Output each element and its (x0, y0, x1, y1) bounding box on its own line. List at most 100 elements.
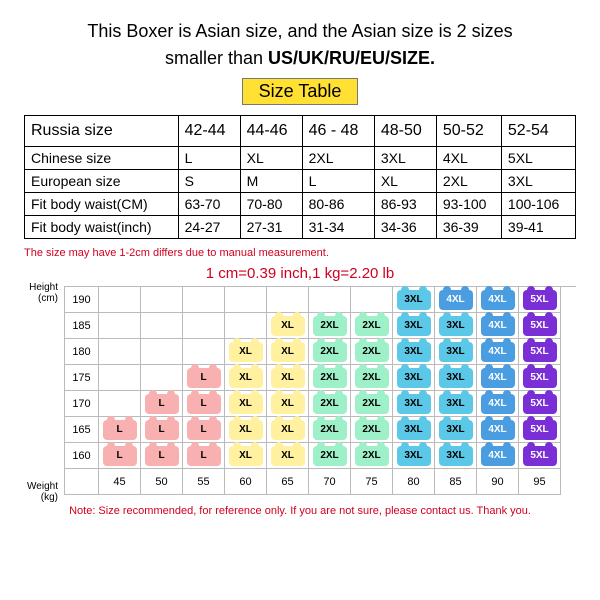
chart-cell (99, 287, 141, 313)
chart-cell: L (183, 365, 225, 391)
table-cell: S (178, 170, 240, 193)
chart-cell (183, 339, 225, 365)
size-tag: L (145, 394, 179, 414)
intro-line2a: smaller than (165, 48, 268, 68)
chart-cell (99, 365, 141, 391)
size-tag: 5XL (523, 420, 557, 440)
table-cell: Fit body waist(CM) (25, 193, 179, 216)
chart-cell: 3XL (435, 365, 477, 391)
chart-cell: 4XL (435, 287, 477, 313)
table-cell: 3XL (501, 170, 575, 193)
size-tag: 2XL (355, 394, 389, 414)
chart-cell: 3XL (393, 339, 435, 365)
chart-cell: L (99, 443, 141, 469)
chart-cell: 5XL (519, 339, 561, 365)
size-tag: 4XL (481, 368, 515, 388)
size-tag: 2XL (355, 446, 389, 466)
size-tag: L (187, 394, 221, 414)
table-cell: 100-106 (501, 193, 575, 216)
table-row: Fit body waist(CM)63-7070-8080-8686-9393… (25, 193, 576, 216)
size-tag: 3XL (439, 420, 473, 440)
chart-cell: 2XL (309, 313, 351, 339)
size-tag: 2XL (313, 420, 347, 440)
chart-cell: 2XL (351, 417, 393, 443)
table-cell: 93-100 (436, 193, 501, 216)
size-table: Russia size42-4444-4646 - 4848-5050-5252… (24, 115, 576, 239)
size-tag: 2XL (355, 420, 389, 440)
size-tag: 4XL (481, 394, 515, 414)
intro-line1: This Boxer is Asian size, and the Asian … (87, 21, 512, 41)
size-tag: L (187, 420, 221, 440)
size-tag: 2XL (313, 446, 347, 466)
chart-cell: 2XL (351, 313, 393, 339)
chart-cell (225, 313, 267, 339)
table-row: Fit body waist(inch)24-2727-3131-3434-36… (25, 216, 576, 239)
x-tick: 75 (351, 469, 393, 495)
size-tag: 3XL (397, 394, 431, 414)
chart-cell: 5XL (519, 313, 561, 339)
x-tick: 65 (267, 469, 309, 495)
x-tick: 55 (183, 469, 225, 495)
size-tag: 3XL (397, 342, 431, 362)
chart-cell: L (141, 391, 183, 417)
chart-cell: 3XL (435, 313, 477, 339)
table-cell: 80-86 (302, 193, 374, 216)
size-tag: XL (271, 446, 305, 466)
table-cell: 52-54 (501, 116, 575, 147)
size-tag: 2XL (355, 316, 389, 336)
size-tag: 4XL (481, 342, 515, 362)
chart-cell (99, 313, 141, 339)
chart-cell: 4XL (477, 313, 519, 339)
table-cell: 31-34 (302, 216, 374, 239)
table-row: European sizeSMLXL2XL3XL (25, 170, 576, 193)
intro-emph: US/UK/RU/EU/SIZE. (268, 48, 435, 68)
table-cell: XL (374, 170, 436, 193)
x-tick: 85 (435, 469, 477, 495)
axis-corner (65, 469, 99, 495)
unit-conversion: 1 cm=0.39 inch,1 kg=2.20 lb (24, 265, 576, 282)
size-tag: XL (229, 342, 263, 362)
size-tag: 2XL (313, 368, 347, 388)
size-tag: 4XL (481, 316, 515, 336)
table-cell: 4XL (436, 147, 501, 170)
table-cell: 2XL (436, 170, 501, 193)
size-tag: XL (271, 394, 305, 414)
size-tag: 5XL (523, 446, 557, 466)
size-tag: XL (229, 446, 263, 466)
chart-cell: 4XL (477, 365, 519, 391)
size-tag: 5XL (523, 368, 557, 388)
table-cell: Fit body waist(inch) (25, 216, 179, 239)
x-tick: 45 (99, 469, 141, 495)
table-cell: European size (25, 170, 179, 193)
chart-cell (141, 287, 183, 313)
size-tag: L (103, 446, 137, 466)
chart-cell: XL (267, 417, 309, 443)
table-cell: 70-80 (240, 193, 302, 216)
y-tick: 180 (65, 339, 99, 365)
chart-cell (225, 287, 267, 313)
size-tag: 3XL (439, 316, 473, 336)
measurement-disclaimer: The size may have 1-2cm differs due to m… (24, 247, 576, 259)
chart-cell (99, 391, 141, 417)
table-cell: 24-27 (178, 216, 240, 239)
chart-cell: 3XL (393, 313, 435, 339)
chart-cell: 2XL (309, 443, 351, 469)
table-cell: L (178, 147, 240, 170)
table-cell: XL (240, 147, 302, 170)
chart-cell (141, 313, 183, 339)
size-tag: 2XL (355, 368, 389, 388)
chart-cell (141, 365, 183, 391)
y-tick: 165 (65, 417, 99, 443)
chart-cell: L (141, 417, 183, 443)
size-tag: XL (271, 316, 305, 336)
size-tag: L (145, 446, 179, 466)
chart-cell: XL (267, 391, 309, 417)
table-cell: Russia size (25, 116, 179, 147)
chart-cell: 3XL (435, 391, 477, 417)
chart-cell: XL (225, 339, 267, 365)
chart-cell: L (183, 443, 225, 469)
size-table-heading: Size Table (24, 78, 576, 105)
table-cell: 36-39 (436, 216, 501, 239)
x-tick: 90 (477, 469, 519, 495)
chart-cell (351, 287, 393, 313)
